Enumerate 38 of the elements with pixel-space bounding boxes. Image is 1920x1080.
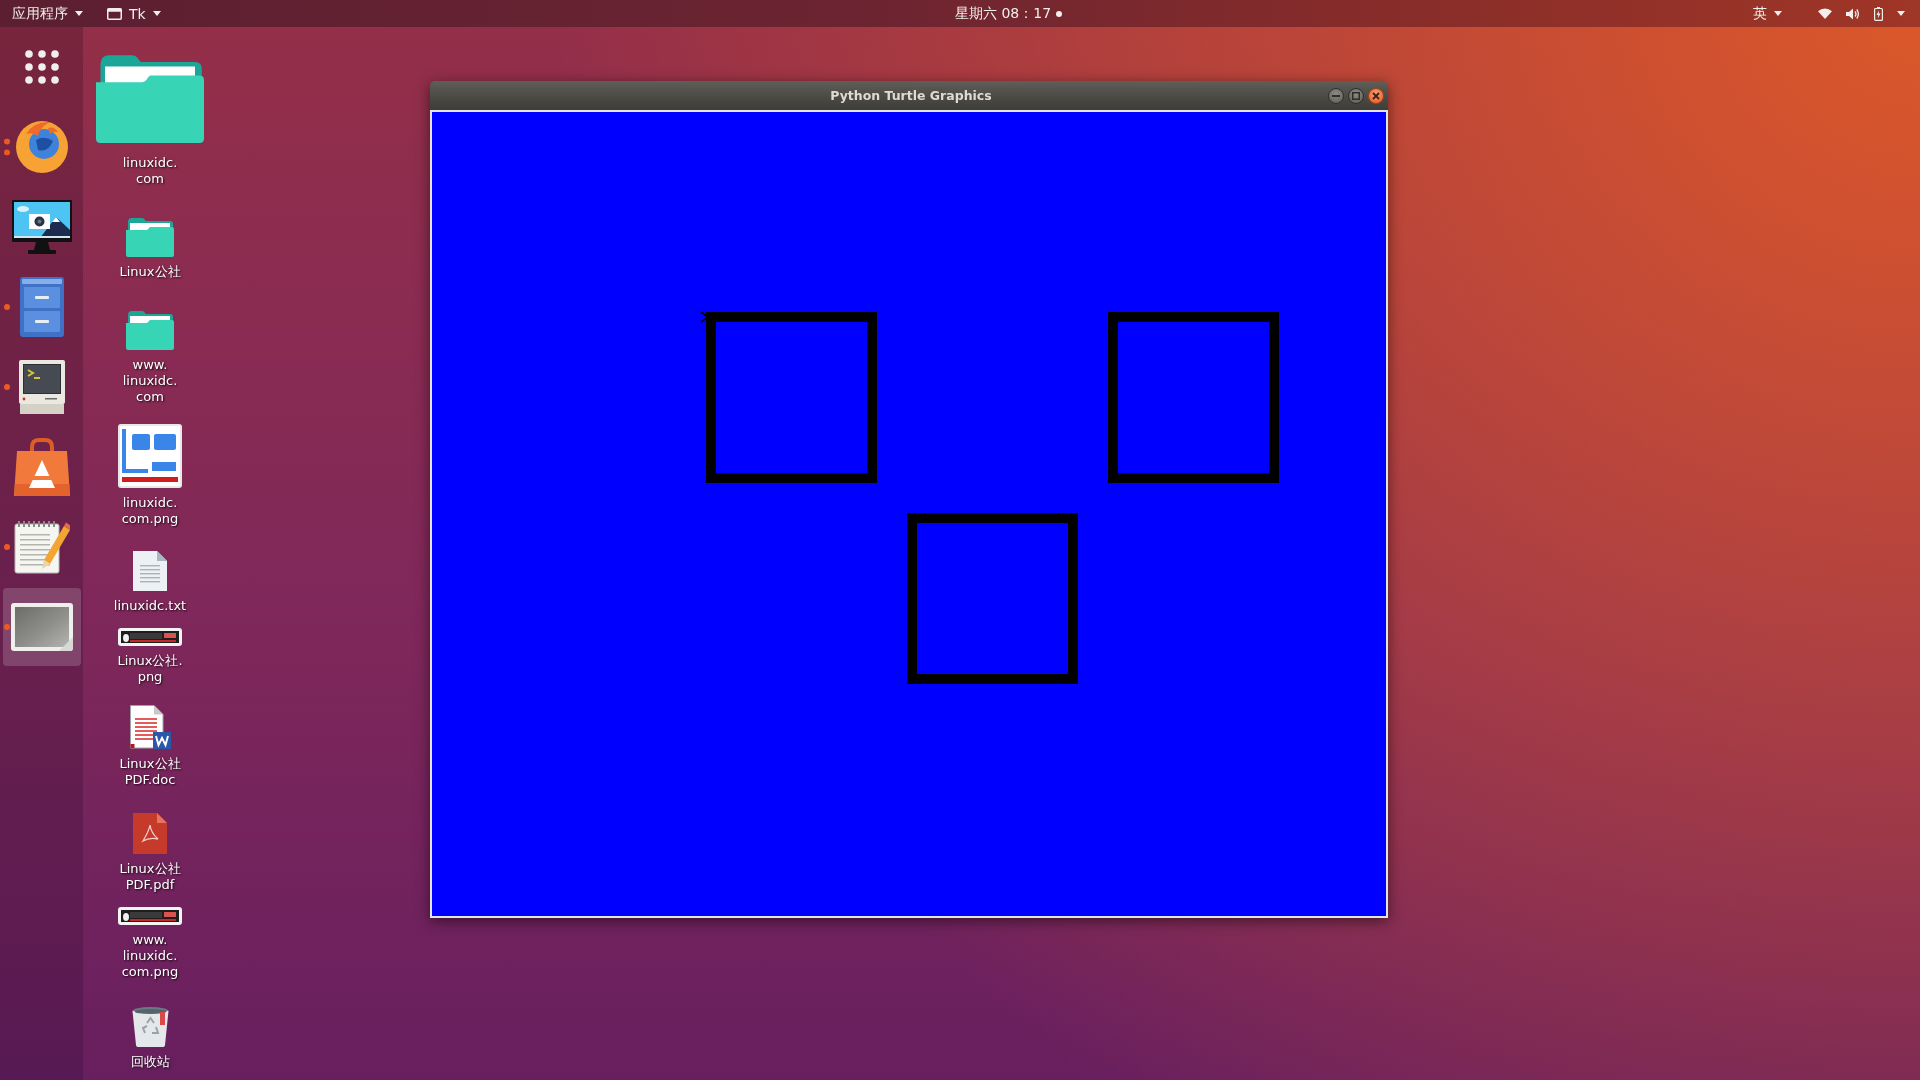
app-grid-icon xyxy=(24,50,59,84)
wifi-icon xyxy=(1818,8,1832,19)
close-button[interactable] xyxy=(1368,87,1384,104)
terminal-icon xyxy=(18,360,65,414)
desktop-file-item[interactable]: linuxidc.txt xyxy=(113,551,187,614)
battery-icon xyxy=(1874,6,1883,21)
desktop-file-item[interactable]: linuxidc.com.png xyxy=(111,424,189,527)
minimize-icon xyxy=(1332,94,1340,97)
photo-frame-icon xyxy=(10,603,73,651)
desktop-file-item[interactable]: Linux公社 xyxy=(119,217,181,280)
maximize-icon xyxy=(1352,91,1360,100)
shopping-bag-icon xyxy=(13,438,70,496)
dock-button[interactable] xyxy=(2,588,81,666)
app-menu[interactable]: Tk xyxy=(107,0,161,27)
desktop-file-item[interactable]: www.linuxidc.com.png xyxy=(111,907,189,980)
window-icon xyxy=(107,7,122,20)
desktop-file-item[interactable]: Linux公社PDF.pdf xyxy=(111,813,189,893)
maximize-button[interactable] xyxy=(1348,87,1364,104)
caret-icon xyxy=(75,11,83,16)
caret-icon xyxy=(1897,11,1905,16)
applications-menu[interactable]: 应用程序 xyxy=(12,0,83,27)
minimize-button[interactable] xyxy=(1328,87,1344,104)
desktop-file-item[interactable]: www.linuxidc.com xyxy=(111,310,189,405)
file-cabinet-icon xyxy=(19,277,64,337)
globe-icon xyxy=(13,120,70,174)
notepad-pencil-icon xyxy=(13,520,70,574)
desktop-file-item[interactable]: linuxidc.com xyxy=(96,53,204,187)
desktop-file-item[interactable]: 回收站 xyxy=(130,1007,170,1070)
clock-menu[interactable]: 星期六 08：17 xyxy=(955,0,1063,27)
monitor-camera-icon xyxy=(11,200,72,254)
desktop-file-item[interactable]: Linux公社.png xyxy=(111,628,189,685)
input-method-menu[interactable]: 英 xyxy=(1753,0,1782,27)
window-title: Python Turtle Graphics xyxy=(830,88,992,103)
caret-icon xyxy=(152,11,161,16)
volume-icon xyxy=(1846,7,1860,20)
desktop-file-item[interactable]: Linux公社PDF.doc xyxy=(111,705,189,788)
close-icon xyxy=(1372,91,1380,100)
caret-icon xyxy=(1774,11,1782,16)
